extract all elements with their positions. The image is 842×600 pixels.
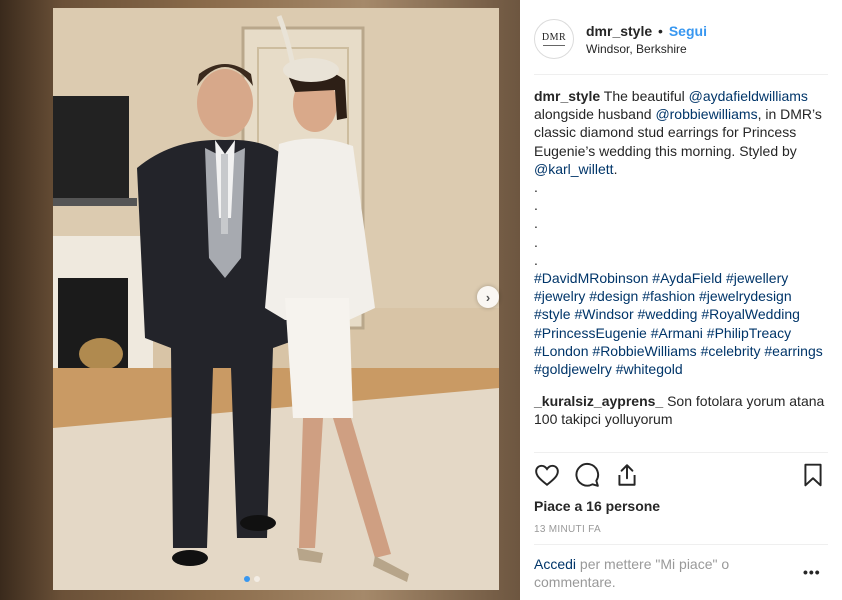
likes-people-link[interactable]: 16 persone [586, 498, 660, 514]
more-options-icon[interactable]: ••• [803, 564, 821, 580]
photo-illustration [53, 8, 499, 590]
hashtag[interactable]: #jewelry [534, 288, 585, 304]
share-button[interactable] [614, 462, 642, 490]
comment-button[interactable] [574, 462, 602, 490]
caption: dmr_style The beautiful @aydafieldwillia… [534, 87, 830, 178]
share-icon [618, 464, 636, 486]
caption-dot: . [534, 251, 538, 268]
caption-dot: . [534, 179, 538, 196]
caption-dots: . . . . . [534, 178, 830, 269]
header-separator: • [658, 23, 663, 39]
hashtag[interactable]: #fashion [642, 288, 695, 304]
comment: _kuralsiz_ayprens_ Son fotolara yorum at… [534, 392, 830, 428]
hashtag[interactable]: #London [534, 343, 589, 359]
caption-username[interactable]: dmr_style [534, 88, 600, 104]
post-location[interactable]: Windsor, Berkshire [586, 42, 707, 56]
caption-dot: . [534, 197, 538, 214]
footer-divider [534, 544, 828, 545]
hashtag[interactable]: #RoyalWedding [701, 306, 800, 322]
carousel-dot-active [244, 576, 250, 582]
mention-karl-willett[interactable]: @karl_willett [534, 161, 614, 177]
caption-text-4: . [613, 160, 618, 177]
login-link[interactable]: Accedi [534, 556, 576, 572]
hashtag[interactable]: #DavidMRobinson [534, 270, 648, 286]
hashtag[interactable]: #AydaField [652, 270, 722, 286]
hashtag[interactable]: #wedding [638, 306, 698, 322]
post-photo[interactable] [53, 8, 499, 590]
header-text: dmr_style • Segui Windsor, Berkshire [586, 22, 707, 56]
avatar[interactable]: DMR [534, 19, 574, 59]
comment-username[interactable]: _kuralsiz_ayprens_ [534, 393, 663, 409]
hashtag[interactable]: #PhilipTreacy [707, 325, 791, 341]
hashtag[interactable]: #Windsor [574, 306, 633, 322]
dmr-logo: DMR [541, 32, 567, 43]
likes-count: Piace a 16 persone [534, 498, 660, 514]
header-divider [534, 74, 828, 75]
hashtag[interactable]: #jewellery [726, 270, 788, 286]
save-button[interactable] [800, 462, 828, 490]
post-side-panel: DMR dmr_style • Segui Windsor, Berkshire… [520, 0, 842, 600]
logo-underline [543, 45, 565, 46]
follow-button[interactable]: Segui [669, 23, 707, 39]
hashtag[interactable]: #goldjewelry [534, 361, 612, 377]
caption-dot: . [534, 215, 538, 232]
comment-bubble-icon [575, 463, 600, 487]
caption-dot: . [534, 233, 538, 250]
post-timestamp[interactable]: 13 MINUTI FA [534, 524, 601, 535]
post-header: DMR dmr_style • Segui Windsor, Berkshire [534, 14, 828, 64]
header-username[interactable]: dmr_style [586, 23, 652, 39]
hashtag[interactable]: #jewelrydesign [699, 288, 792, 304]
carousel-indicator [244, 576, 260, 582]
hashtag[interactable]: #RobbieWilliams [592, 343, 696, 359]
likes-prefix: Piace a [534, 498, 587, 514]
mention-robbiewilliams[interactable]: @robbiewilliams [655, 106, 757, 122]
hashtag[interactable]: #design [589, 288, 638, 304]
carousel-next-button[interactable]: › [477, 286, 499, 308]
action-bar [534, 462, 828, 490]
heart-icon [535, 464, 559, 486]
hashtag[interactable]: #style [534, 306, 571, 322]
like-button[interactable] [534, 462, 562, 490]
bookmark-icon [804, 463, 822, 487]
actions-divider [534, 452, 828, 453]
hashtag[interactable]: #celebrity [701, 343, 761, 359]
hashtag[interactable]: #Armani [651, 325, 703, 341]
hashtag[interactable]: #earrings [764, 343, 822, 359]
caption-block: dmr_style The beautiful @aydafieldwillia… [534, 87, 830, 429]
caption-text-1: The beautiful [600, 88, 689, 104]
carousel-dot [254, 576, 260, 582]
hashtag[interactable]: #PrincessEugenie [534, 325, 647, 341]
hashtag[interactable]: #whitegold [616, 361, 683, 377]
mention-aydafieldwilliams[interactable]: @aydafieldwilliams [689, 88, 808, 104]
login-prompt: Accedi per mettere "Mi piace" o commenta… [534, 555, 794, 591]
caption-text-2: alongside husband [534, 106, 656, 123]
chevron-right-icon: › [485, 289, 491, 305]
hashtag-list: #DavidMRobinson #AydaField #jewellery #j… [534, 269, 830, 378]
